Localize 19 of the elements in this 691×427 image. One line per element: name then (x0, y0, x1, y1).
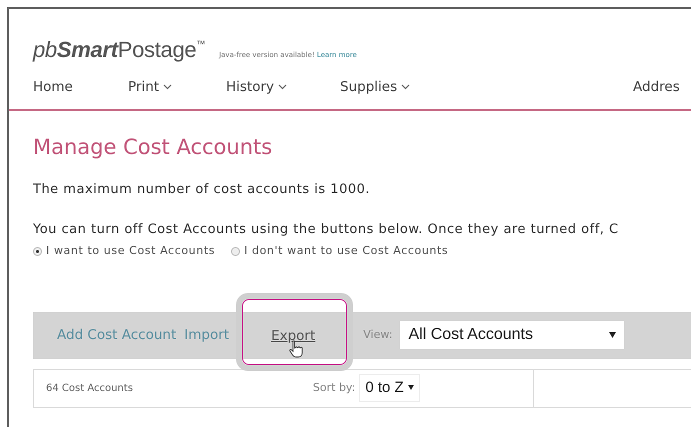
view-select[interactable]: All Cost Accounts (400, 321, 624, 350)
page-title: Manage Cost Accounts (33, 135, 274, 160)
toolbar-link[interactable]: Export (271, 328, 316, 344)
caret-icon (408, 385, 414, 390)
nav-item[interactable]: Addres (633, 78, 680, 96)
view-label: View: (363, 326, 392, 343)
paragraph: The maximum number of cost accounts is 1000. (33, 181, 372, 200)
radio-option[interactable]: I want to use Cost Accounts (33, 243, 216, 260)
logo[interactable]: pbSmartPostage$^{™}$ (33, 37, 206, 62)
nav-item[interactable]: Supplies (340, 78, 633, 96)
paragraph: You can turn off Cost Accounts using the buttons below. Once they are turned off, C (33, 220, 620, 239)
account-count: 64 Cost Accounts (46, 382, 133, 396)
nav-item[interactable]: Home (33, 78, 128, 96)
sort-label: Sort by: (312, 380, 356, 396)
radio-option[interactable]: I don't want to use Cost Accounts (231, 243, 448, 260)
sort-select[interactable]: 0 to Z (359, 374, 420, 402)
nav-item[interactable]: History (226, 78, 340, 96)
nav-item[interactable]: Print (128, 78, 226, 96)
caret-icon (609, 332, 616, 338)
